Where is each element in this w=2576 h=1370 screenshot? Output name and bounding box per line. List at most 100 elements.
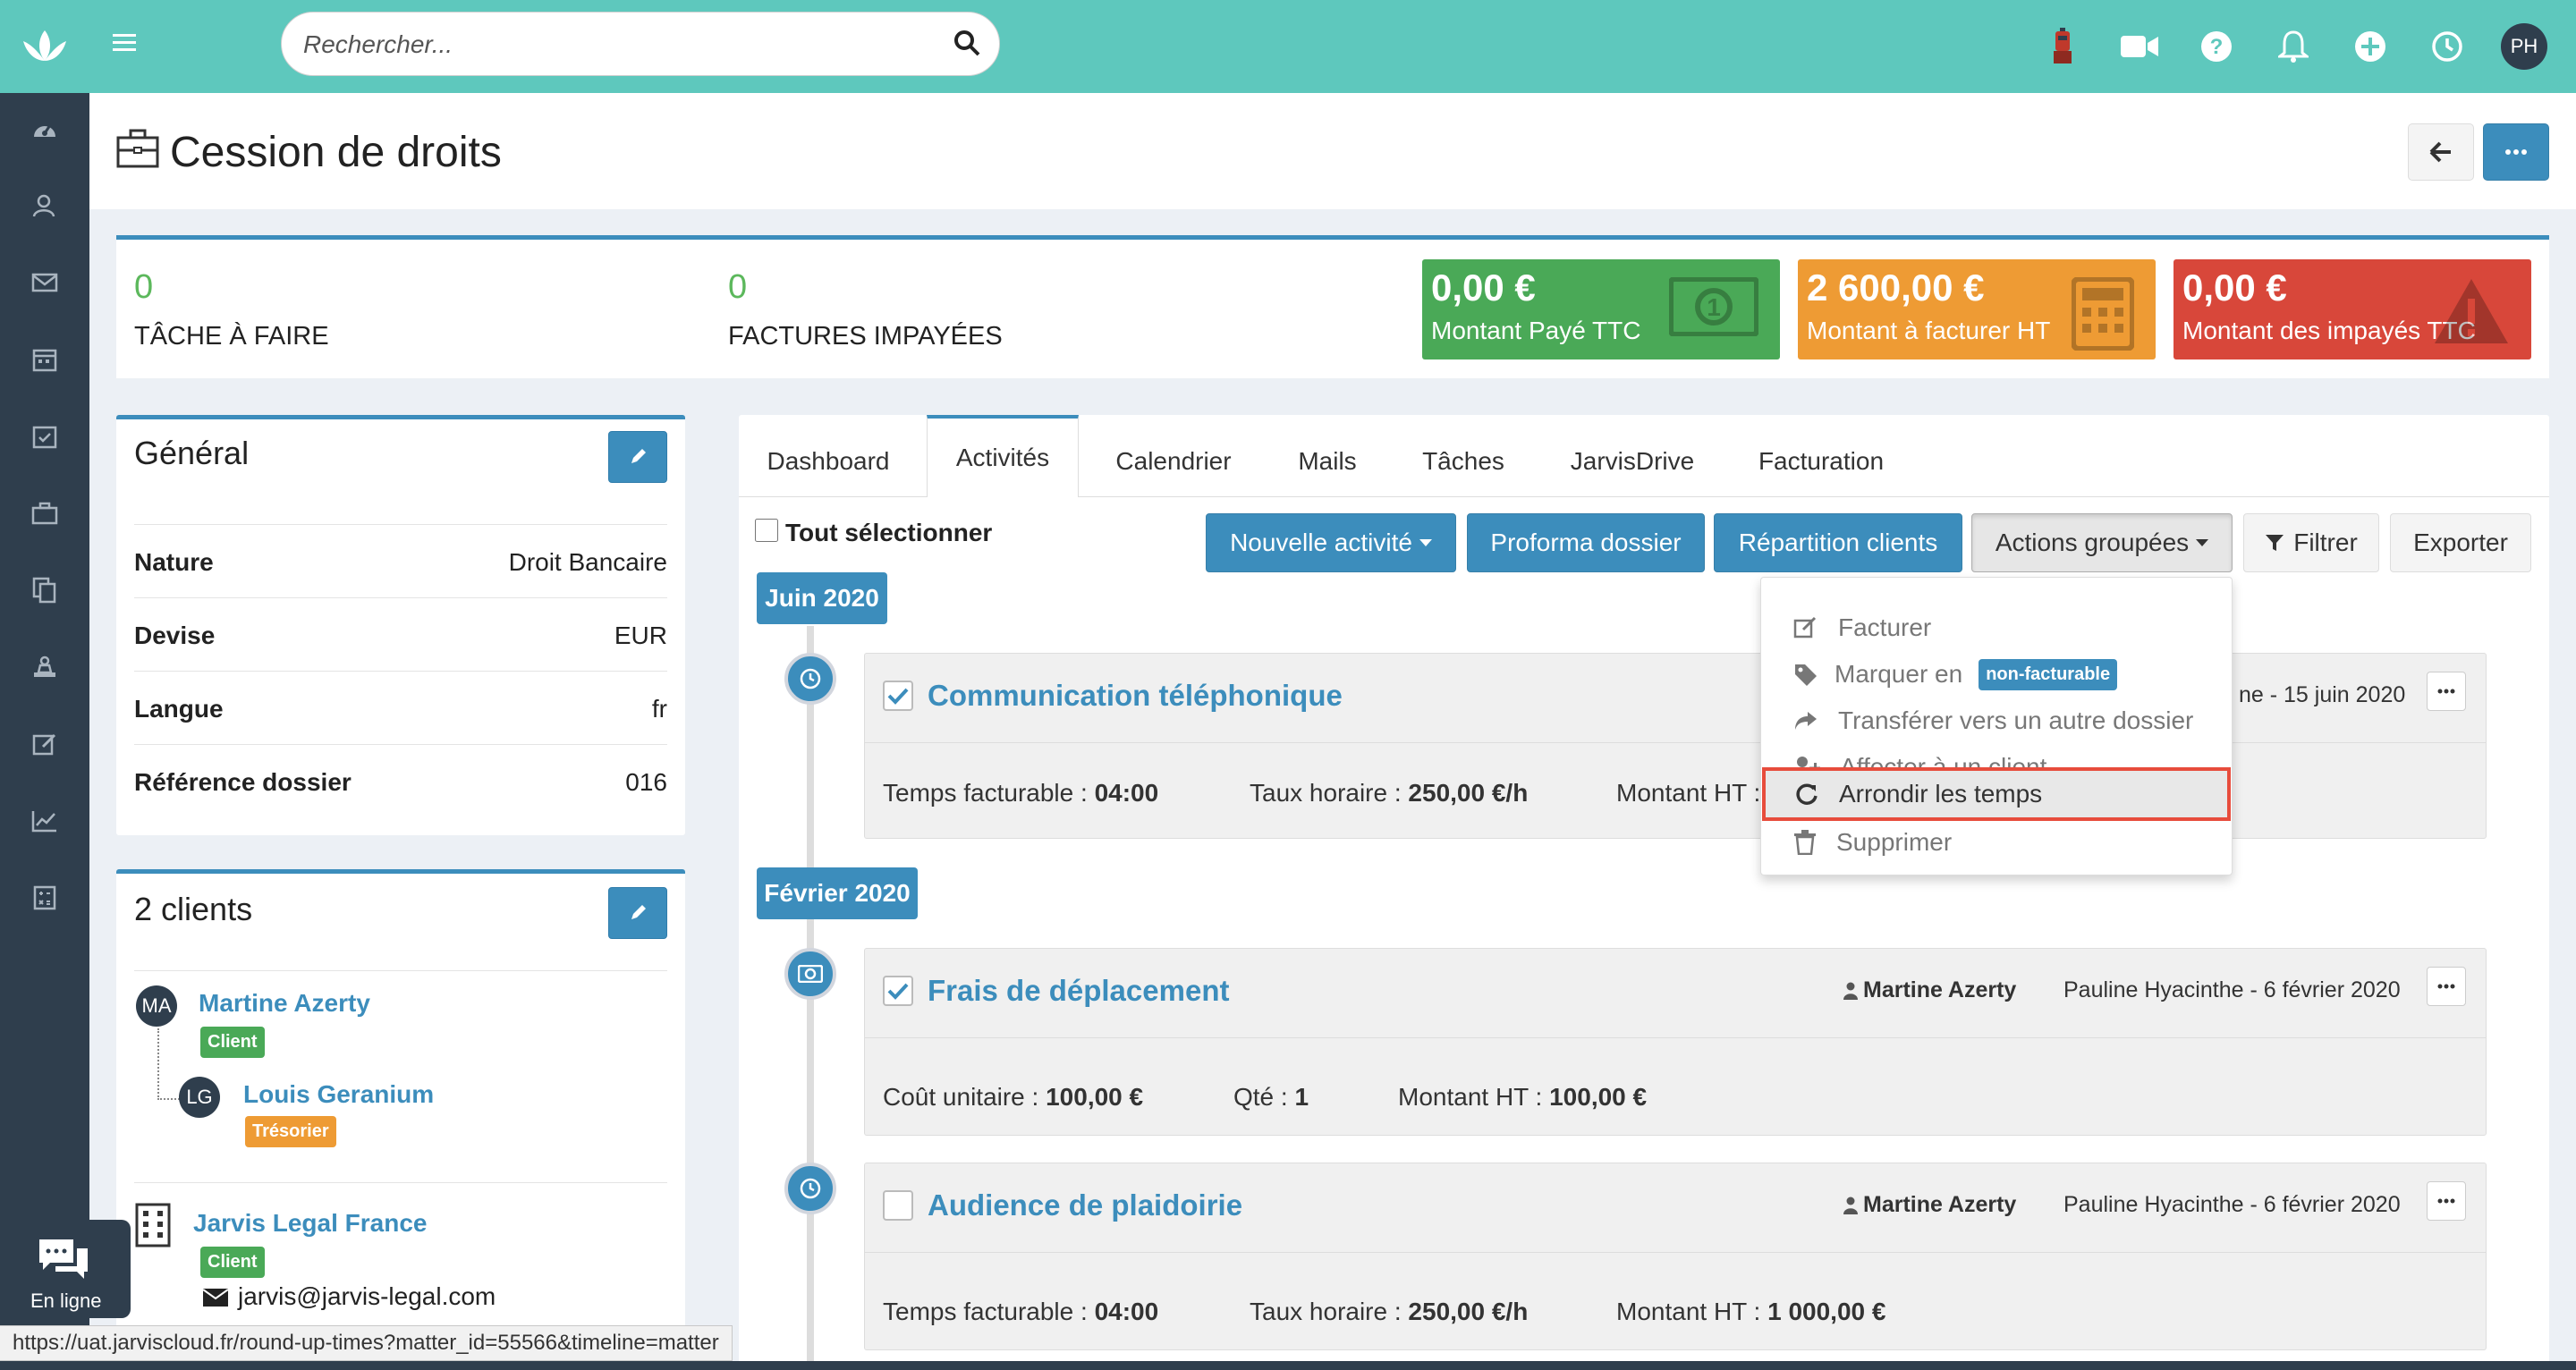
sidebar (0, 0, 89, 1370)
tasks-label: TÂCHE À FAIRE (134, 322, 329, 351)
activity-menu-button[interactable] (2427, 967, 2466, 1006)
company-name-link[interactable]: Jarvis Legal France (193, 1209, 427, 1238)
proforma-button[interactable]: Proforma dossier (1467, 513, 1705, 572)
client-name-link[interactable]: Louis Geranium (243, 1080, 434, 1109)
ellipsis-icon (2437, 1198, 2455, 1204)
bottom-strip (0, 1361, 2576, 1370)
activity-assignee: Martine Azerty (1843, 1192, 2016, 1218)
general-title: Général (134, 435, 250, 471)
assignee-name: Martine Azerty (1863, 977, 2017, 1002)
menu-item-round-times-content: Arrondir les temps (1794, 776, 2042, 812)
tab-dashboard[interactable]: Dashboard (748, 426, 909, 497)
briefcase-icon[interactable] (27, 495, 63, 531)
mail-icon[interactable] (27, 265, 63, 300)
paid-label: Montant Payé TTC (1431, 317, 1641, 344)
trash-icon (1794, 830, 1816, 855)
company-badge: Client (200, 1247, 265, 1278)
edit-icon[interactable] (27, 726, 63, 762)
activity-menu-button[interactable] (2427, 672, 2466, 711)
notifications-bell-icon[interactable] (2272, 25, 2315, 68)
new-activity-button[interactable]: Nouvelle activité (1206, 513, 1456, 572)
activity-checkbox[interactable] (883, 976, 913, 1006)
tasks-icon[interactable] (27, 419, 63, 454)
select-all-checkbox[interactable] (755, 519, 778, 542)
grouped-actions-button[interactable]: Actions groupées (1971, 513, 2233, 572)
tab-tasks[interactable]: Tâches (1404, 426, 1522, 497)
select-all-label[interactable]: Tout sélectionner (785, 519, 992, 547)
info-row: Langue fr (134, 671, 667, 744)
unpaid-amount-box: 0,00 € Montant des impayés TTC (2174, 259, 2531, 359)
menu-item-label: Marquer en (1835, 660, 1963, 688)
tab-jarvisdrive[interactable]: JarvisDrive (1540, 426, 1724, 497)
info-row: Nature Droit Bancaire (134, 524, 667, 597)
dashboard-icon[interactable] (27, 111, 63, 147)
hamburger-menu-icon[interactable] (113, 32, 136, 52)
add-circle-icon[interactable] (2349, 25, 2392, 68)
ellipsis-icon (2437, 689, 2455, 694)
chat-bubbles-icon (39, 1239, 88, 1279)
envelope-icon (202, 1288, 229, 1307)
client-split-button[interactable]: Répartition clients (1714, 513, 1962, 572)
menu-item-invoice[interactable]: Facturer (1793, 610, 1931, 646)
company-email[interactable]: jarvis@jarvis-legal.com (238, 1282, 496, 1311)
activity-menu-button[interactable] (2427, 1181, 2466, 1221)
caret-down-icon (2196, 539, 2209, 546)
user-avatar[interactable]: PH (2501, 23, 2547, 70)
contacts-icon[interactable] (27, 188, 63, 224)
client-avatar: LG (179, 1077, 220, 1118)
activity-card: Frais de déplacement Martine Azerty Paul… (864, 948, 2487, 1136)
jarvis-robot-icon[interactable] (2041, 25, 2084, 68)
user-icon (1843, 1197, 1858, 1214)
activity-title[interactable]: Frais de déplacement (928, 974, 1229, 1008)
menu-item-delete[interactable]: Supprimer (1793, 825, 1952, 860)
tab-mails[interactable]: Mails (1268, 426, 1386, 497)
calendar-icon[interactable] (27, 342, 63, 377)
checkmark-icon (887, 983, 909, 1000)
more-options-button[interactable] (2483, 123, 2549, 181)
tab-billing[interactable]: Facturation (1742, 426, 1900, 497)
pencil-icon (631, 449, 646, 463)
edit-general-button[interactable] (608, 431, 667, 483)
client-avatar: MA (136, 985, 177, 1027)
search-icon[interactable] (953, 29, 981, 57)
tasks-count: 0 (134, 268, 154, 306)
billable-time: Temps facturable : 04:00 (883, 779, 1159, 807)
export-button[interactable]: Exporter (2390, 513, 2531, 572)
menu-item-round-times[interactable]: Arrondir les temps (1762, 767, 2231, 821)
video-call-icon[interactable] (2118, 25, 2161, 68)
activity-assignee: Martine Azerty (1843, 977, 2016, 1003)
svg-text:?: ? (2210, 35, 2224, 59)
tab-activities[interactable]: Activités (927, 415, 1079, 497)
grouped-actions-label: Actions groupées (1995, 529, 2190, 556)
activity-checkbox[interactable] (883, 681, 913, 711)
app-logo[interactable] (0, 0, 89, 93)
tab-calendar[interactable]: Calendrier (1097, 426, 1250, 497)
help-icon[interactable]: ? (2195, 25, 2238, 68)
activity-meta: Pauline Hyacinthe - 6 février 2020 (2063, 1192, 2401, 1217)
stamp-icon[interactable] (27, 649, 63, 685)
activity-checkbox[interactable] (883, 1190, 913, 1221)
clock-icon[interactable] (2426, 25, 2469, 68)
activity-meta: Pauline Hyacinthe - 6 février 2020 (2063, 977, 2401, 1002)
chat-widget[interactable]: En ligne (0, 1220, 131, 1318)
calculator-icon[interactable] (27, 880, 63, 916)
ellipsis-icon (2437, 984, 2455, 989)
caret-down-icon (1419, 539, 1432, 546)
user-icon (1843, 982, 1858, 1000)
divider (134, 970, 667, 971)
top-navbar: ? (89, 0, 2576, 93)
filter-button[interactable]: Filtrer (2243, 513, 2379, 572)
menu-item-transfer[interactable]: Transférer vers un autre dossier (1793, 703, 2193, 739)
back-button[interactable] (2408, 123, 2474, 181)
edit-clients-button[interactable] (608, 887, 667, 939)
client-name-link[interactable]: Martine Azerty (199, 989, 370, 1018)
info-value: fr (651, 695, 667, 723)
menu-item-mark-as[interactable]: Marquer en non-facturable (1793, 656, 2118, 692)
menu-item-label: Transférer vers un autre dossier (1838, 706, 2194, 734)
chart-icon[interactable] (27, 803, 63, 839)
activity-title[interactable]: Audience de plaidoirie (928, 1188, 1242, 1222)
activity-title[interactable]: Communication téléphonique (928, 679, 1343, 713)
documents-icon[interactable] (27, 572, 63, 608)
search-input[interactable] (303, 25, 911, 64)
unpaid-label: Montant des impayés TTC (2182, 317, 2476, 344)
